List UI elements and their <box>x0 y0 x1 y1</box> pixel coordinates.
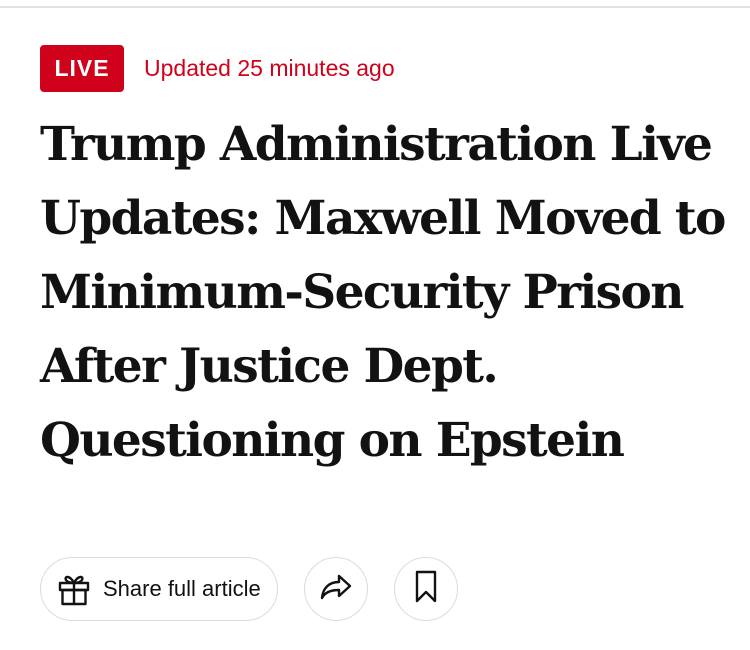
article-headline[interactable]: Trump Administration Live Updates: Maxwe… <box>40 108 730 478</box>
updated-timestamp: Updated 25 minutes ago <box>144 55 395 81</box>
save-button[interactable] <box>393 557 458 621</box>
article-meta: LIVE Updated 25 minutes ago <box>40 45 395 92</box>
gift-icon <box>55 570 93 608</box>
top-divider <box>0 6 750 8</box>
share-button[interactable] <box>303 557 368 621</box>
share-full-article-label: Share full article <box>103 576 261 601</box>
share-full-article-button[interactable]: Share full article <box>40 557 278 621</box>
share-arrow-icon <box>319 572 353 607</box>
live-badge: LIVE <box>40 45 124 92</box>
bookmark-icon <box>414 570 438 609</box>
article-actions: Share full article <box>40 557 458 621</box>
